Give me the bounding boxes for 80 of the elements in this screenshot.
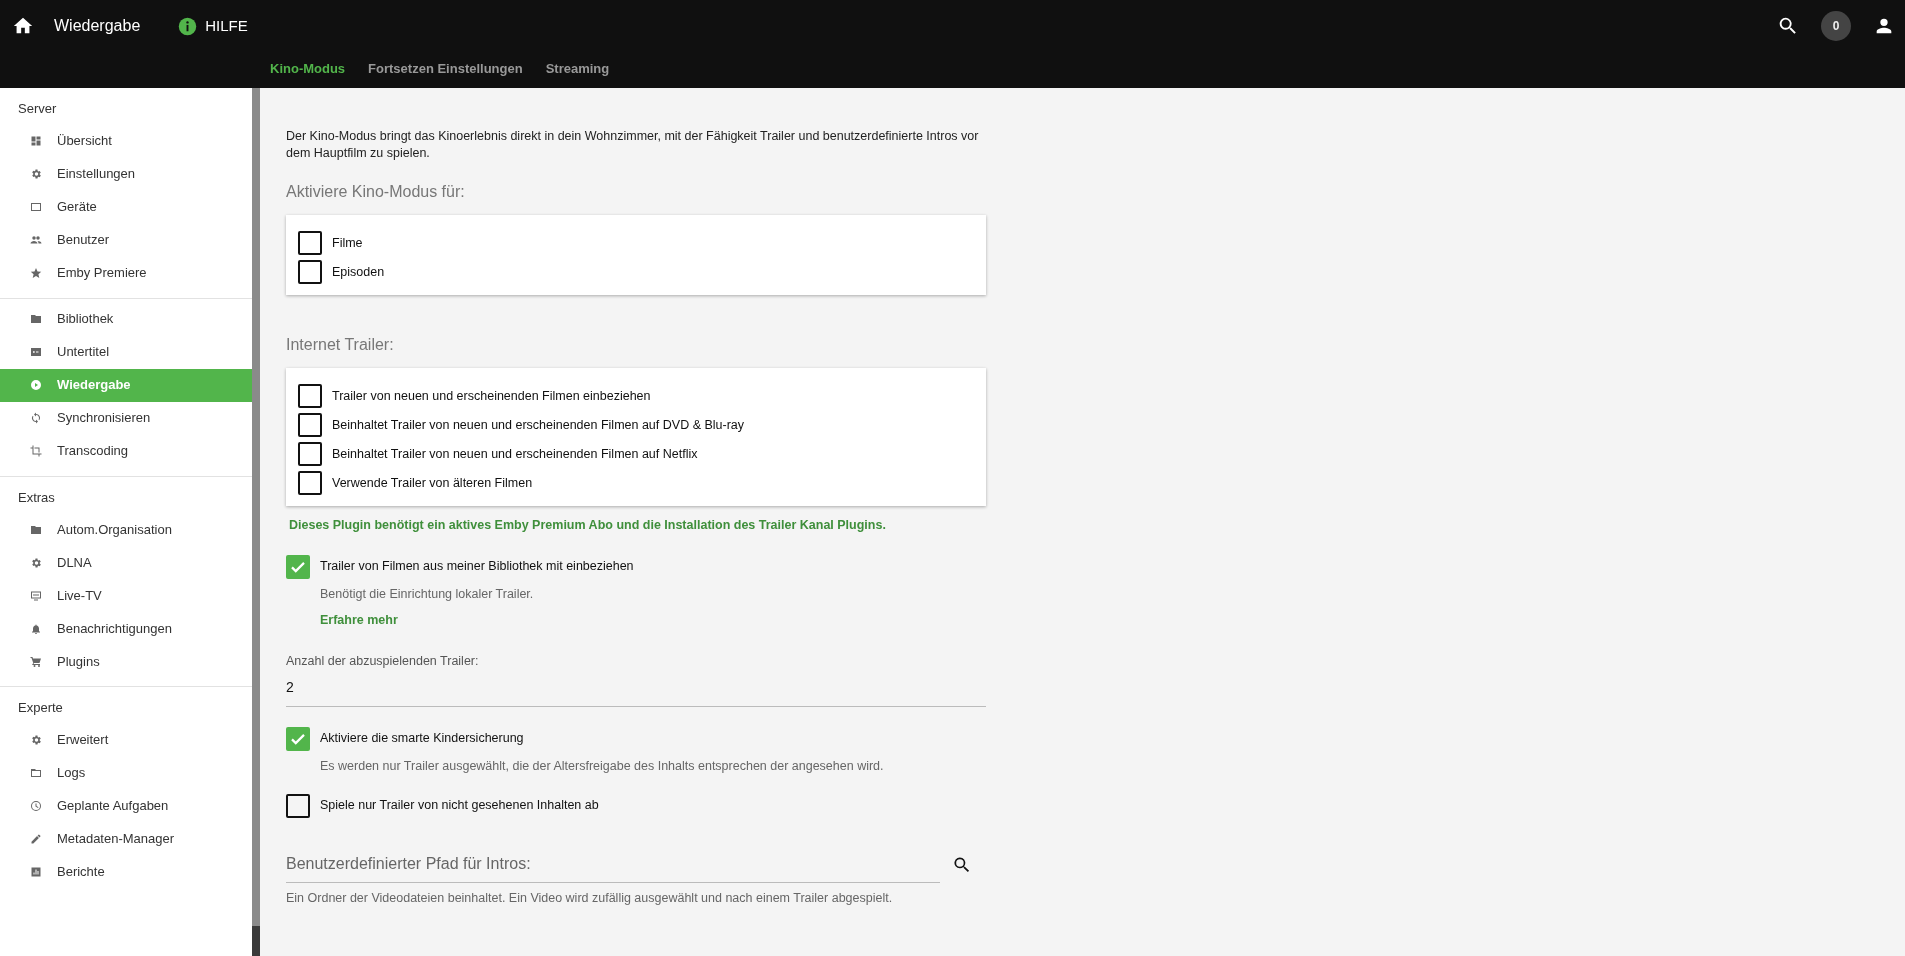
crop-icon bbox=[30, 445, 42, 457]
sidebar-item[interactable]: Emby Premiere bbox=[0, 256, 252, 290]
sidebar-item[interactable]: Einstellungen bbox=[0, 157, 252, 191]
star-icon bbox=[30, 267, 42, 279]
section-heading: Extras bbox=[17, 488, 56, 507]
checkbox[interactable] bbox=[286, 793, 310, 818]
sidebar-item[interactable]: Live-TV bbox=[0, 579, 252, 612]
tab[interactable]: Streaming bbox=[545, 58, 610, 88]
sidebar-item[interactable]: Geplante Aufgaben bbox=[0, 789, 252, 823]
chart-icon bbox=[30, 866, 42, 878]
folder-icon bbox=[30, 767, 42, 779]
settings-icon bbox=[30, 734, 42, 746]
learn-more-link[interactable]: Erfahre mehr bbox=[320, 611, 398, 630]
field-label: Anzahl der abzuspielenden Trailer: bbox=[286, 653, 480, 670]
checkbox[interactable] bbox=[298, 413, 322, 438]
settings-icon bbox=[30, 168, 42, 180]
sidebar-item[interactable]: Metadaten-Manager bbox=[0, 822, 252, 856]
path-field[interactable]: Benutzerdefinierter Pfad für Intros: bbox=[286, 847, 940, 883]
info-icon bbox=[178, 16, 198, 36]
dashboard-icon bbox=[30, 135, 42, 147]
checkbox-label: Episoden bbox=[332, 263, 385, 281]
plugin-note: Dieses Plugin benötigt ein aktives Emby Premium Abo und die Installation des Trailer Kanal Plugins. bbox=[289, 516, 887, 534]
checkbox-label: Filme bbox=[332, 234, 363, 252]
sidebar-item[interactable]: Bibliothek bbox=[0, 302, 252, 336]
subtitles-icon bbox=[30, 346, 42, 358]
section-heading: Server bbox=[17, 100, 58, 118]
checkbox-label: Trailer von neuen und erscheinenden Filmen einbeziehen bbox=[332, 387, 651, 405]
checkbox[interactable] bbox=[298, 384, 322, 409]
sidebar-item[interactable]: Autom.Organisation bbox=[0, 513, 252, 546]
sync-icon bbox=[30, 412, 42, 424]
folder-icon bbox=[30, 313, 42, 325]
tab[interactable]: Kino-Modus bbox=[270, 58, 346, 88]
checkbox-label: Beinhaltet Trailer von neuen und erscheinenden Filmen auf DVD & Blu-ray bbox=[332, 416, 745, 434]
sidebar-item[interactable]: Synchronisieren bbox=[0, 401, 252, 435]
search-button[interactable] bbox=[952, 855, 972, 875]
sidebar-item[interactable]: Übersicht bbox=[0, 124, 252, 158]
checkbox[interactable] bbox=[286, 726, 310, 751]
sidebar-item[interactable]: Transcoding bbox=[0, 434, 252, 468]
sidebar-item[interactable]: Logs bbox=[0, 756, 252, 790]
checkbox[interactable] bbox=[298, 260, 322, 285]
notification-count[interactable]: 0 bbox=[1821, 11, 1851, 41]
pencil-icon bbox=[30, 833, 42, 845]
group-heading: Aktiviere Kino-Modus für: bbox=[286, 181, 466, 202]
page-title: Wiedergabe bbox=[54, 16, 141, 36]
checkbox[interactable] bbox=[298, 231, 322, 256]
group-heading: Internet Trailer: bbox=[286, 334, 395, 355]
sidebar-item[interactable]: Erweitert bbox=[0, 723, 252, 757]
sidebar-item[interactable]: Berichte bbox=[0, 855, 252, 889]
sidebar-item[interactable]: Untertitel bbox=[0, 335, 252, 369]
help-text: Es werden nur Trailer ausgewählt, die der Altersfreigabe des Inhalts entsprechen der angesehen wird. bbox=[320, 757, 885, 775]
help-text: Benötigt die Einrichtung lokaler Trailer. bbox=[320, 585, 535, 603]
cart-icon bbox=[30, 655, 42, 668]
clock-icon bbox=[30, 800, 42, 812]
checkbox-label: Beinhaltet Trailer von neuen und erscheinenden Filmen auf Netflix bbox=[332, 445, 698, 463]
checkbox-label: Verwende Trailer von älteren Filmen bbox=[332, 474, 533, 492]
checkbox-label: Trailer von Filmen aus meiner Bibliothek mit einbeziehen bbox=[320, 558, 634, 576]
tv-icon bbox=[30, 589, 42, 602]
play-icon bbox=[30, 379, 42, 391]
bell-icon bbox=[30, 622, 42, 635]
folder-icon bbox=[30, 523, 42, 536]
sidebar-item[interactable]: Benachrichtigungen bbox=[0, 612, 252, 645]
people-icon bbox=[30, 234, 42, 246]
tab[interactable]: Fortsetzen Einstellungen bbox=[368, 58, 523, 88]
number-field[interactable]: 2 bbox=[286, 670, 986, 707]
search-button[interactable] bbox=[1777, 15, 1799, 37]
settings-icon bbox=[30, 556, 42, 569]
section-heading: Experte bbox=[17, 699, 64, 717]
intro-text: Der Kino-Modus bringt das Kinoerlebnis direkt in dein Wohnzimmer, mit der Fähigkeit Trailer und benutzerdefinierte Intros vor dem Hauptfilm zu spielen. bbox=[286, 128, 980, 162]
help-button[interactable]: HILFE bbox=[178, 14, 248, 38]
sidebar-item[interactable]: DLNA bbox=[0, 546, 252, 579]
sidebar-item[interactable]: Geräte bbox=[0, 190, 252, 224]
sidebar-item[interactable]: Plugins bbox=[0, 645, 252, 678]
help-text: Ein Ordner der Videodateien beinhaltet. Ein Video wird zufällig ausgewählt und nach einem Trailer abgespielt. bbox=[286, 889, 894, 907]
sidebar-item[interactable]: Benutzer bbox=[0, 223, 252, 257]
screen-icon bbox=[30, 201, 42, 213]
checkbox-label: Spiele nur Trailer von nicht gesehenen Inhalten ab bbox=[320, 797, 599, 815]
checkbox[interactable] bbox=[298, 442, 322, 467]
checkbox-label: Aktiviere die smarte Kindersicherung bbox=[320, 730, 524, 748]
checkbox[interactable] bbox=[298, 471, 322, 496]
checkbox[interactable] bbox=[286, 554, 310, 579]
